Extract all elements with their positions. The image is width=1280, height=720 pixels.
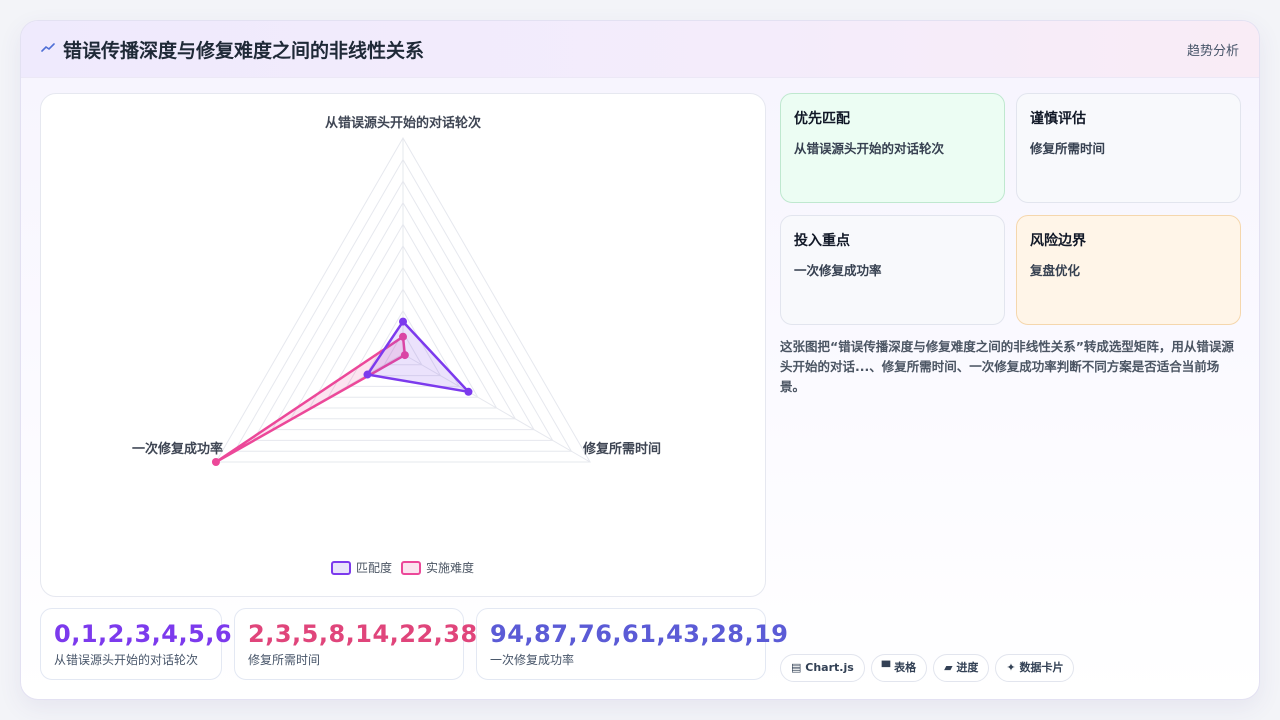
radar-grid <box>215 136 591 463</box>
legend-swatch-difficulty <box>401 561 421 575</box>
chip-label: Chart.js <box>805 661 854 674</box>
stat-card-time: 2,3,5,8,14,22,38 修复所需时间 <box>234 608 478 680</box>
radar-series-match <box>366 320 470 394</box>
quadrant-subtitle: 一次修复成功率 <box>794 263 882 278</box>
quadrant-careful-eval[interactable]: 谨慎评估 修复所需时间 <box>1016 93 1241 203</box>
chart-description: 这张图把“错误传播深度与修复难度之间的非线性关系”转成选型矩阵，用从错误源头开始… <box>780 339 1234 394</box>
radar-point-difficulty-2 <box>211 458 220 466</box>
stat-value: 0,1,2,3,4,5,6 <box>54 620 233 648</box>
stat-value: 2,3,5,8,14,22,38 <box>248 620 478 648</box>
dashboard-card: 错误传播深度与修复难度之间的非线性关系 趋势分析 从错误源头开始的对话轮次 修复… <box>20 20 1260 700</box>
chip-table[interactable]: ▀ 表格 <box>870 654 928 682</box>
radar-series <box>211 317 473 466</box>
axis-label-rounds: 从错误源头开始的对话轮次 <box>325 115 481 131</box>
quadrant-title: 投入重点 <box>794 233 850 249</box>
radar-point-match-1 <box>464 387 473 396</box>
chip-chartjs[interactable]: ▤ Chart.js <box>780 654 865 682</box>
trend-line-icon <box>41 43 55 52</box>
page-title: 错误传播深度与修复难度之间的非线性关系 <box>63 40 425 62</box>
stat-label: 从错误源头开始的对话轮次 <box>54 653 199 667</box>
radar-chart-panel: 从错误源头开始的对话轮次 修复所需时间 一次修复成功率 匹配度 实施难度 <box>40 93 766 597</box>
quadrant-subtitle: 从错误源头开始的对话轮次 <box>794 141 945 156</box>
header-bar: 错误传播深度与修复难度之间的非线性关系 趋势分析 <box>21 21 1259 78</box>
quadrant-priority-match[interactable]: 优先匹配 从错误源头开始的对话轮次 <box>780 93 1005 203</box>
legend-swatch-match <box>331 561 351 575</box>
radar-chart: 从错误源头开始的对话轮次 修复所需时间 一次修复成功率 匹配度 实施难度 <box>132 115 661 575</box>
quadrant-title: 优先匹配 <box>794 111 850 127</box>
stat-value: 94,87,76,61,43,28,19 <box>490 620 789 648</box>
radar-point-match-2 <box>363 370 372 379</box>
chip-label: 进度 <box>956 661 979 674</box>
quadrant-title: 谨慎评估 <box>1030 111 1086 127</box>
tech-chips: ▤ Chart.js ▀ 表格 ▰ 进度 ✦ 数据卡片 <box>780 654 1080 682</box>
chip-label: 表格 <box>894 661 917 674</box>
radar-series-difficulty <box>214 335 407 464</box>
quadrant-investment-focus[interactable]: 投入重点 一次修复成功率 <box>780 215 1005 325</box>
stat-label: 修复所需时间 <box>248 653 321 667</box>
quadrant-title: 风险边界 <box>1030 233 1086 249</box>
quadrant-subtitle: 修复所需时间 <box>1030 141 1106 156</box>
axis-label-success: 一次修复成功率 <box>132 441 223 457</box>
axis-label-time: 修复所需时间 <box>582 441 661 457</box>
chip-label: 数据卡片 <box>1019 661 1064 674</box>
stat-label: 一次修复成功率 <box>490 653 575 667</box>
legend-label-match: 匹配度 <box>356 560 392 575</box>
stat-card-success: 94,87,76,61,43,28,19 一次修复成功率 <box>476 608 789 680</box>
radar-point-match-0 <box>399 317 407 326</box>
header-tag: 趋势分析 <box>1186 44 1239 59</box>
legend-label-difficulty: 实施难度 <box>426 560 474 575</box>
quadrant-subtitle: 复盘优化 <box>1030 263 1081 278</box>
progress-icon: ▰ <box>944 661 953 674</box>
table-icon: ▀ <box>881 661 891 674</box>
sparkle-icon: ✦ <box>1006 661 1016 674</box>
chart-icon: ▤ <box>791 661 802 674</box>
legend: 匹配度 实施难度 <box>331 560 474 575</box>
chip-data-card[interactable]: ✦ 数据卡片 <box>995 654 1075 682</box>
chip-progress[interactable]: ▰ 进度 <box>933 654 990 682</box>
quadrant-risk-boundary[interactable]: 风险边界 复盘优化 <box>1016 215 1241 325</box>
stat-card-rounds: 0,1,2,3,4,5,6 从错误源头开始的对话轮次 <box>40 608 233 680</box>
